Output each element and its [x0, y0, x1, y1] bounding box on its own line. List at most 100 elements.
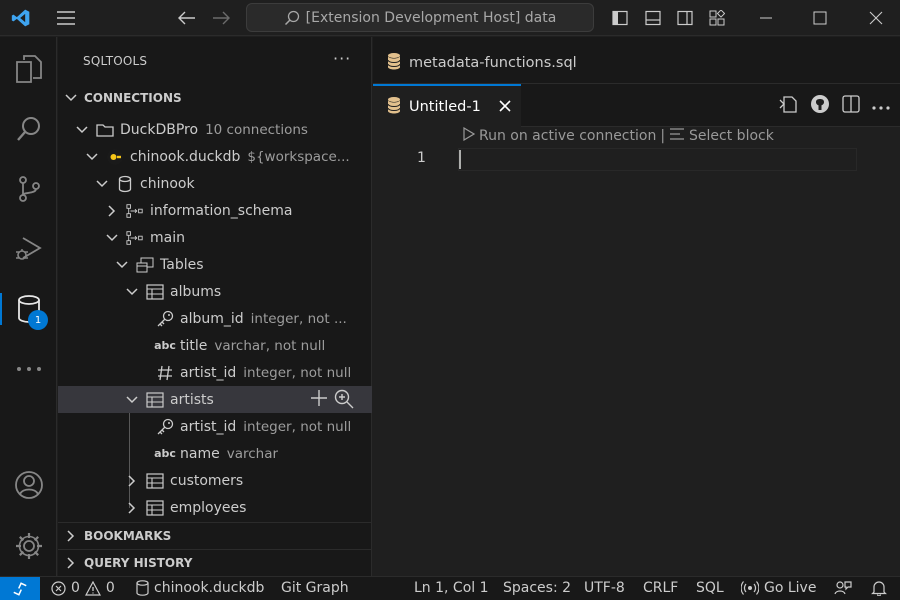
code-editor[interactable]: Run on active connection | Select block …	[373, 126, 900, 576]
split-editor-icon[interactable]	[842, 95, 860, 117]
codelens-run[interactable]: Run on active connection	[479, 128, 656, 144]
maximize-icon[interactable]	[810, 6, 830, 30]
chevron-right-icon	[58, 529, 84, 542]
tab-untitled-1[interactable]: Untitled-1	[373, 84, 521, 127]
tree-desc: integer, not null	[243, 364, 352, 381]
close-window-icon[interactable]	[866, 6, 886, 30]
text-type-icon: abc	[154, 339, 176, 352]
menu-icon[interactable]	[54, 6, 78, 30]
tree-item-customers[interactable]: customers	[58, 467, 372, 494]
codelens-select-block[interactable]: Select block	[689, 128, 774, 144]
chevron-down-icon	[124, 287, 140, 296]
editor-tabs: metadata-functions.sql Untitled-1	[373, 37, 900, 127]
sqltools-badge: 1	[28, 310, 48, 330]
section-query-history-label: QUERY HISTORY	[84, 555, 193, 570]
chevron-down-icon	[104, 233, 120, 242]
tree-label: employees	[170, 499, 247, 516]
encoding-setting[interactable]: UTF-8	[584, 580, 625, 596]
warning-count: 0	[105, 580, 115, 596]
problems-indicator[interactable]: 0 0	[51, 580, 115, 596]
manage-gear-icon[interactable]	[0, 522, 57, 570]
error-count: 0	[71, 580, 80, 596]
section-query-history[interactable]: QUERY HISTORY	[58, 549, 372, 575]
tree-item-information-schema[interactable]: information_schema	[58, 197, 372, 224]
forward-arrow-icon[interactable]	[210, 6, 232, 30]
more-actions-icon[interactable]: ···	[333, 49, 351, 68]
source-control-icon[interactable]	[0, 165, 57, 213]
remote-icon	[13, 582, 27, 596]
tree-item-albums-artist-id[interactable]: artist_id integer, not null	[58, 359, 372, 386]
chevron-right-icon	[124, 474, 140, 487]
sidebar-title: SQLTOOLS	[83, 54, 148, 68]
tree-desc: varchar	[226, 445, 279, 462]
tree-label: DuckDBPro	[120, 121, 199, 138]
show-records-icon[interactable]	[334, 389, 354, 413]
toggle-primary-sidebar-icon[interactable]	[610, 6, 630, 30]
open-changes-icon[interactable]	[778, 94, 798, 118]
section-connections[interactable]: CONNECTIONS	[58, 85, 372, 111]
sql-file-icon	[387, 52, 401, 74]
accounts-icon[interactable]	[0, 461, 57, 509]
connections-tree: DuckDBPro 10 connections chinook.duckdb …	[58, 116, 372, 520]
tree-label: albums	[170, 283, 222, 300]
more-actions-icon[interactable]	[872, 99, 890, 114]
run-and-debug-icon[interactable]	[0, 225, 57, 273]
notifications-bell-icon[interactable]	[871, 580, 887, 596]
vscode-logo-icon	[8, 6, 34, 30]
eol-setting[interactable]: CRLF	[643, 580, 678, 596]
editor-tab-bar: Untitled-1	[373, 83, 900, 127]
toggle-secondary-sidebar-icon[interactable]	[675, 6, 695, 30]
tree-label: title	[180, 337, 208, 354]
feedback-icon[interactable]	[834, 580, 852, 596]
cursor-position[interactable]: Ln 1, Col 1	[414, 580, 489, 596]
toggle-panel-icon[interactable]	[643, 6, 663, 30]
remote-indicator[interactable]	[0, 577, 40, 600]
section-bookmarks[interactable]: BOOKMARKS	[58, 522, 372, 548]
tree-item-tables[interactable]: Tables	[58, 251, 372, 278]
more-views-icon[interactable]	[0, 345, 57, 393]
play-icon	[463, 126, 476, 145]
tree-item-name[interactable]: abc name varchar	[58, 440, 372, 467]
connection-name: chinook.duckdb	[154, 580, 265, 596]
chevron-down-icon	[74, 125, 90, 134]
tab-metadata-functions[interactable]: metadata-functions.sql	[373, 45, 577, 81]
database-icon	[136, 580, 149, 596]
github-icon[interactable]	[810, 94, 830, 118]
tree-desc: varchar, not null	[214, 337, 326, 354]
tree-item-artists-artist-id[interactable]: artist_id integer, not null	[58, 413, 372, 440]
tree-desc: integer, not ...	[250, 310, 347, 327]
number-type-icon	[156, 365, 174, 381]
tree-item-main[interactable]: main	[58, 224, 372, 251]
title-bar: [Extension Development Host] data	[0, 0, 900, 36]
sidebar: SQLTOOLS ··· CONNECTIONS DuckDBPro 10 co…	[58, 37, 372, 576]
sqltools-icon[interactable]	[0, 285, 57, 333]
back-arrow-icon[interactable]	[176, 6, 198, 30]
tree-item-chinook[interactable]: chinook	[58, 170, 372, 197]
tree-item-albums[interactable]: albums	[58, 278, 372, 305]
search-icon[interactable]	[0, 105, 57, 153]
tree-item-duckdbpro[interactable]: DuckDBPro 10 connections	[58, 116, 372, 143]
key-icon	[156, 310, 174, 328]
tree-item-chinook-duckdb[interactable]: chinook.duckdb ${workspace...	[58, 143, 372, 170]
go-live-button[interactable]: Go Live	[741, 580, 816, 596]
close-tab-icon[interactable]	[499, 98, 511, 116]
command-center-search[interactable]: [Extension Development Host] data	[246, 3, 594, 32]
tree-item-artists[interactable]: artists	[58, 386, 372, 413]
indentation-setting[interactable]: Spaces: 2	[503, 580, 571, 596]
add-new-icon[interactable]	[310, 389, 328, 413]
codelens: Run on active connection | Select block	[463, 126, 774, 145]
git-graph-button[interactable]: Git Graph	[281, 580, 349, 596]
tree-label: main	[150, 229, 185, 246]
chevron-right-icon	[104, 204, 120, 217]
tree-item-album-id[interactable]: album_id integer, not ...	[58, 305, 372, 332]
tree-item-title[interactable]: abc title varchar, not null	[58, 332, 372, 359]
minimize-icon[interactable]	[756, 6, 776, 30]
explorer-icon[interactable]	[0, 45, 57, 93]
active-connection-indicator[interactable]: chinook.duckdb	[136, 580, 264, 596]
language-mode[interactable]: SQL	[696, 580, 724, 596]
tree-desc: integer, not null	[243, 418, 352, 435]
customize-layout-icon[interactable]	[707, 6, 727, 30]
tree-item-employees[interactable]: employees	[58, 494, 372, 520]
table-icon	[146, 391, 164, 408]
line-number: 1	[417, 150, 426, 166]
